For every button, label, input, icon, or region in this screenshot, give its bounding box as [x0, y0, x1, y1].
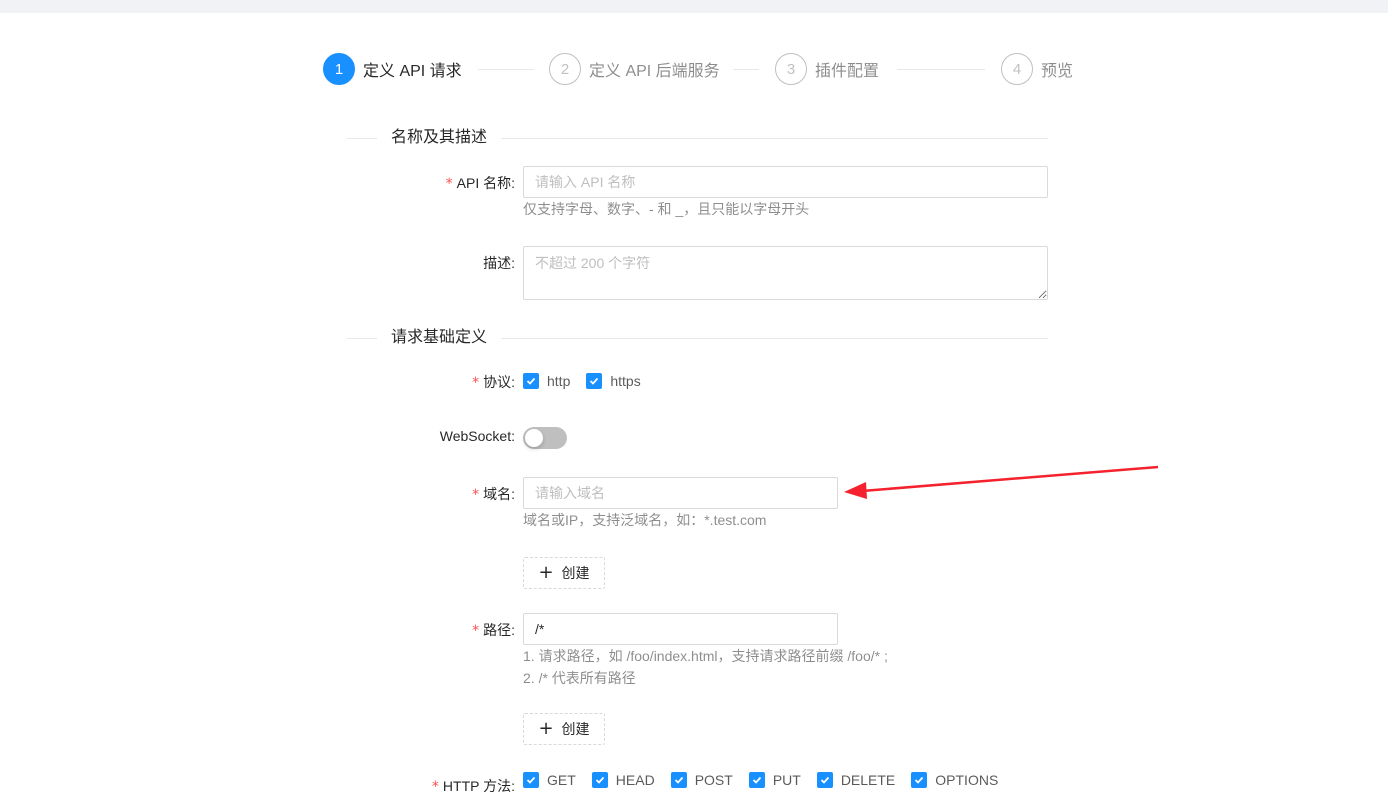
step-2[interactable]: 2 定义 API 后端服务: [549, 53, 720, 85]
checkbox-label: DELETE: [840, 772, 896, 788]
step-connector: [478, 69, 534, 70]
step-1[interactable]: 1 定义 API 请求: [323, 53, 462, 85]
step-2-title: 定义 API 后端服务: [589, 63, 720, 80]
checkbox-label: HEAD: [615, 772, 655, 788]
step-3-number: 3: [775, 53, 807, 85]
checkbox-label: PUT: [772, 772, 801, 788]
checkbox-checked-icon: [523, 373, 539, 389]
required-mark: *: [472, 487, 480, 503]
websocket-switch[interactable]: [523, 427, 567, 449]
description-textarea[interactable]: [523, 246, 1048, 300]
protocol-https-checkbox[interactable]: https: [586, 373, 641, 389]
required-mark: *: [445, 176, 453, 192]
path-create-button[interactable]: + 创建: [523, 713, 605, 745]
method-get-checkbox[interactable]: GET: [523, 772, 576, 788]
switch-knob: [525, 429, 543, 447]
checkbox-checked-icon: [911, 772, 928, 788]
section-divider-basic: 请求基础定义: [347, 327, 1048, 349]
method-delete-checkbox[interactable]: DELETE: [816, 772, 896, 788]
step-4[interactable]: 4 预览: [1001, 53, 1073, 85]
protocol-http-checkbox[interactable]: http: [523, 373, 570, 389]
step-3-title: 插件配置: [815, 63, 880, 80]
path-label: * 路径:: [472, 622, 515, 639]
checkbox-label: GET: [547, 772, 576, 788]
step-4-number: 4: [1001, 53, 1033, 85]
required-mark: *: [472, 375, 480, 391]
protocol-label: * 协议:: [472, 374, 515, 391]
checkbox-label: OPTIONS: [935, 772, 999, 788]
method-post-checkbox[interactable]: POST: [670, 772, 733, 788]
domain-label: * 域名:: [472, 486, 515, 503]
required-mark: *: [431, 779, 439, 795]
annotation-arrow-icon: [844, 465, 1159, 499]
domain-create-button[interactable]: + 创建: [523, 557, 605, 589]
step-1-title: 定义 API 请求: [363, 63, 462, 80]
api-name-input[interactable]: [523, 166, 1048, 198]
http-method-checkbox-group: GET HEAD POST PUT DELETE OPTIONS: [523, 770, 1014, 790]
checkbox-label: https: [610, 373, 641, 389]
section-title-basic: 请求基础定义: [391, 329, 488, 346]
checkbox-checked-icon: [670, 772, 687, 788]
step-3[interactable]: 3 插件配置: [775, 53, 879, 85]
description-label: 描述:: [483, 255, 515, 271]
checkbox-checked-icon: [591, 772, 608, 788]
checkbox-checked-icon: [523, 772, 539, 788]
checkbox-label: POST: [694, 772, 733, 788]
plus-icon: +: [538, 562, 554, 583]
checkbox-checked-icon: [748, 772, 765, 788]
checkbox-checked-icon: [586, 373, 603, 389]
step-connector: [733, 69, 759, 70]
method-put-checkbox[interactable]: PUT: [748, 772, 801, 788]
checkbox-label: http: [547, 373, 571, 389]
step-1-number: 1: [323, 53, 355, 85]
api-name-label: * API 名称:: [445, 175, 515, 192]
checkbox-checked-icon: [816, 772, 833, 788]
method-options-checkbox[interactable]: OPTIONS: [911, 772, 998, 788]
section-divider-name: 名称及其描述: [347, 127, 1048, 149]
top-bar: [0, 0, 1388, 13]
plus-icon: +: [538, 718, 554, 739]
step-4-title: 预览: [1041, 63, 1074, 80]
step-2-number: 2: [549, 53, 581, 85]
step-connector: [897, 69, 985, 70]
http-method-label: * HTTP 方法:: [431, 778, 515, 795]
required-mark: *: [472, 623, 480, 639]
path-help-1: 1. 请求路径，如 /foo/index.html，支持请求路径前缀 /foo/…: [523, 648, 888, 664]
protocol-checkbox-group: http https: [523, 371, 657, 391]
domain-input[interactable]: [523, 477, 838, 509]
websocket-label: WebSocket:: [439, 428, 515, 444]
domain-help: 域名或IP，支持泛域名，如：*.test.com: [523, 512, 767, 528]
steps: 1 定义 API 请求 2 定义 API 后端服务 3 插件配置 4 预览: [323, 53, 1083, 85]
path-help-2: 2. /* 代表所有路径: [523, 670, 636, 686]
api-name-help: 仅支持字母、数字、- 和 _，且只能以字母开头: [523, 201, 810, 217]
section-title-name: 名称及其描述: [391, 129, 488, 146]
path-input[interactable]: [523, 613, 838, 645]
method-head-checkbox[interactable]: HEAD: [591, 772, 655, 788]
